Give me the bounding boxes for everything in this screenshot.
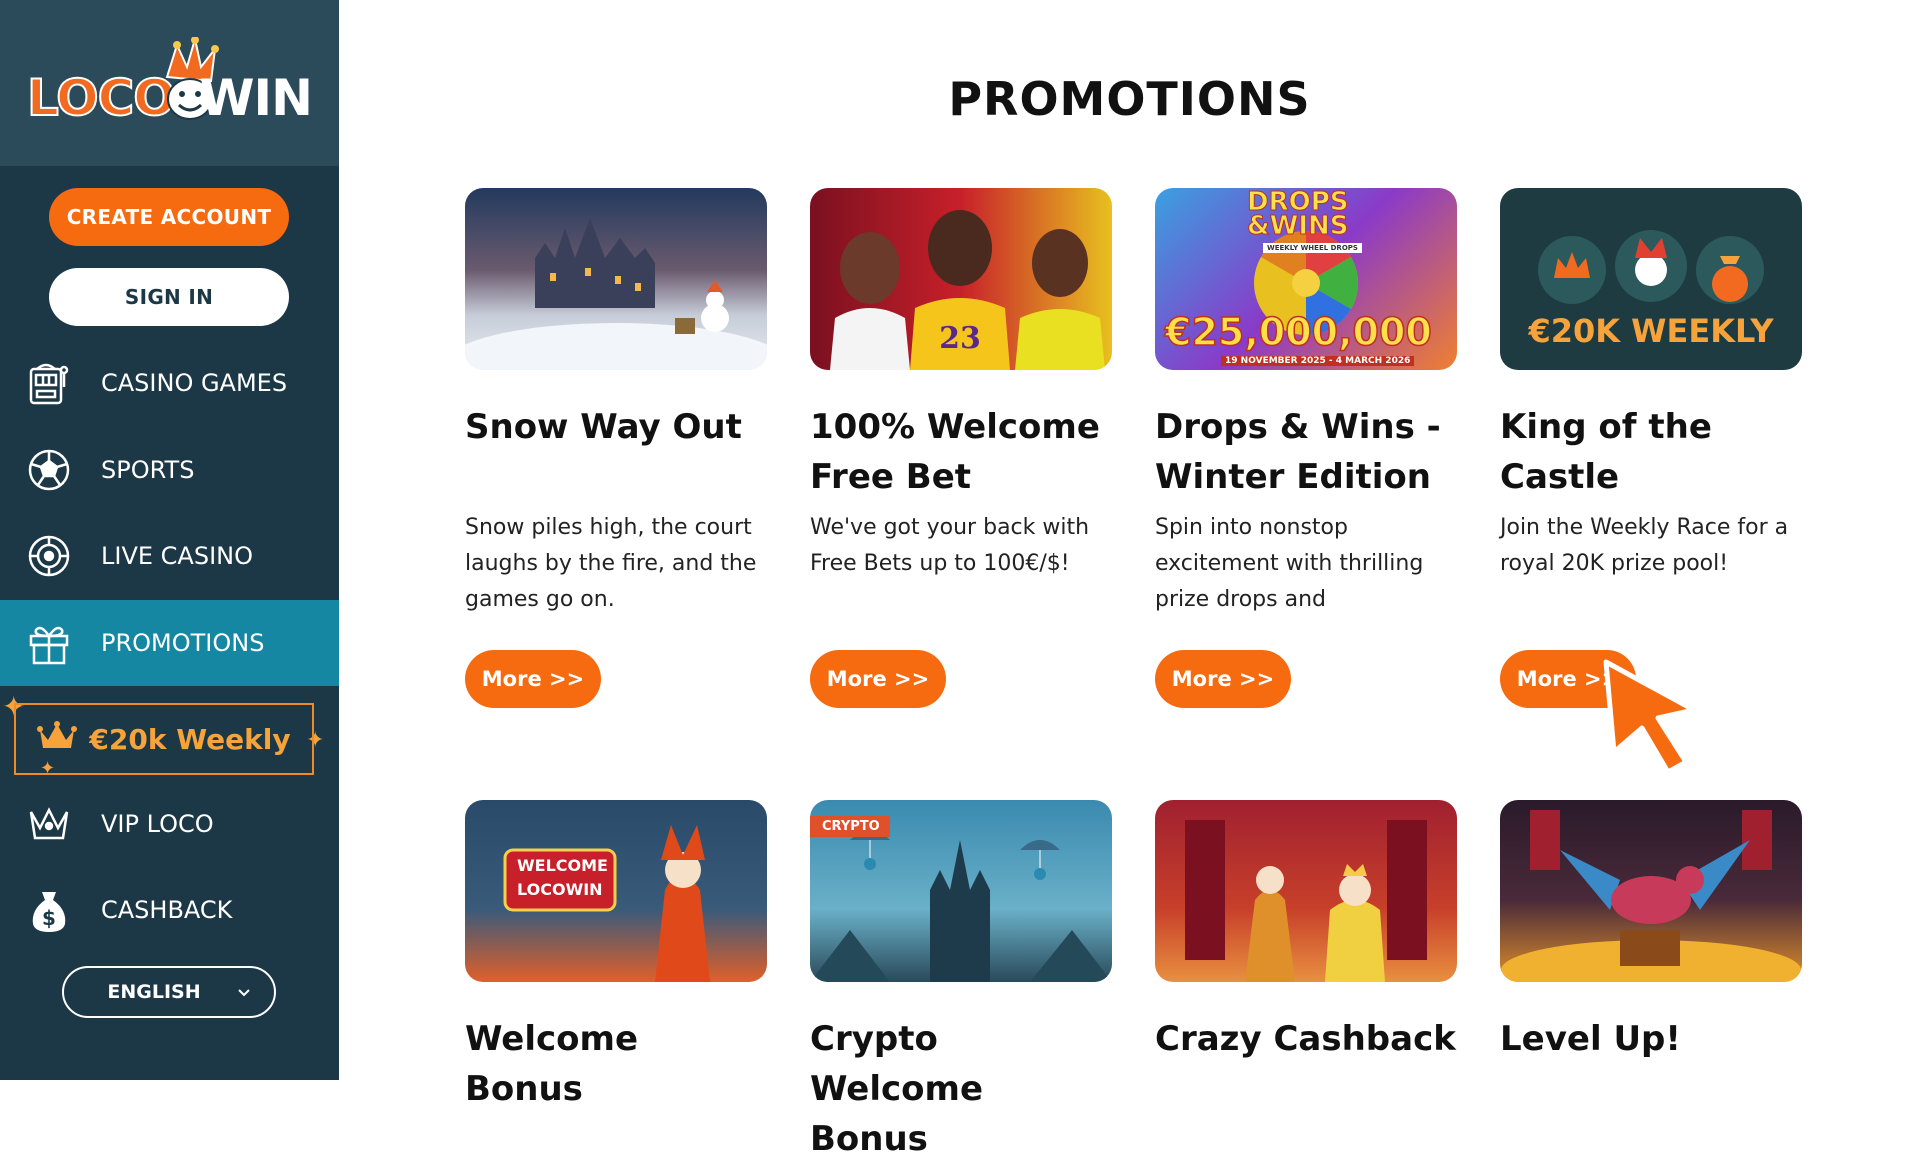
sidebar-item-promotions[interactable]: PROMOTIONS [0,600,339,686]
sidebar-item-cashback[interactable]: $ CASHBACK [0,867,339,953]
logo-area: LOCO WIN [0,0,339,166]
sidebar-item-label: PROMOTIONS [101,629,265,657]
promo-description: Spin into nonstop excitement with thrill… [1155,515,1424,612]
gift-icon [25,619,73,667]
mouse-cursor-icon [1603,659,1697,775]
promo-card-welcome-free-bet: 23 100% Welcome Free Bet We've got your … [810,188,1112,708]
promo-image[interactable]: CRYPTO [810,800,1112,982]
crypto-tag: CRYPTO [810,816,890,837]
promo-title: Snow Way Out [465,407,742,447]
banner-subtext: WEEKLY WHEEL DROPS [1263,243,1362,253]
royal-court-illustration [1185,820,1427,982]
promo-image[interactable] [1155,800,1457,982]
jester-welcome-illustration [503,825,710,982]
dragon-treasure-illustration [1501,810,1801,982]
more-button[interactable]: More >> [1155,650,1291,708]
promo-card-king-of-the-castle: €20K WEEKLY King of the Castle Join the … [1500,188,1802,708]
sidebar-item-label: CASHBACK [101,896,233,924]
promo-card-snow-way-out: Snow Way Out Snow piles high, the court … [465,188,767,708]
logo-text-left: LOCO [26,69,177,127]
sidebar-item-live-casino[interactable]: LIVE CASINO [0,513,339,599]
banner-sign: LOCOWIN [517,880,603,899]
promo-title: Drops & Wins - Winter Edition [1155,407,1441,497]
sidebar-item-vip-loco[interactable]: VIP LOCO [0,781,339,867]
banner-text: €20K WEEKLY [1528,312,1774,350]
promo-card-level-up: Level Up! [1500,800,1802,1064]
banner-amount: €25,000,000 [1164,309,1432,355]
logo-text-right: WIN [199,69,313,127]
sidebar-item-label: LIVE CASINO [101,542,253,570]
create-account-button[interactable]: CREATE ACCOUNT [49,188,289,246]
weekly-race-badge[interactable]: €20k Weekly [14,703,314,775]
castle-illustration [465,218,767,370]
promo-title: Level Up! [1500,1019,1681,1059]
promo-card-crazy-cashback: Crazy Cashback [1155,800,1457,1064]
promo-image[interactable]: €20K WEEKLY [1500,188,1802,370]
crown-icon [25,800,73,848]
soccer-ball-icon [25,446,73,494]
promo-card-crypto-welcome-bonus: CRYPTO Crypto Welcome Bonus [810,800,1112,1164]
promo-title: King of the Castle [1500,407,1712,497]
sidebar-item-label: VIP LOCO [101,810,214,838]
sidebar-item-label: SPORTS [101,456,195,484]
promo-title: 100% Welcome Free Bet [810,407,1100,497]
sidebar: LOCO WIN CREATE ACCOUNT SIGN IN CASINO G… [0,0,339,1080]
slot-machine-icon [25,359,73,407]
more-button[interactable]: More >> [810,650,946,708]
promo-card-drops-wins: DROPS &WINS WEEKLY WHEEL DROPS €25,000,00… [1155,188,1457,708]
banner-text: DROPS &WINS [1247,188,1350,241]
promo-card-welcome-bonus: WELCOME LOCOWIN Welcome Bonus [465,800,767,1114]
sidebar-item-sports[interactable]: SPORTS [0,427,339,513]
promo-description: Join the Weekly Race for a royal 20K pri… [1500,515,1789,576]
sidebar-item-casino-games[interactable]: CASINO GAMES [0,340,339,426]
page-title: PROMOTIONS [948,72,1311,126]
promo-title: Crazy Cashback [1155,1019,1456,1059]
banner-sign: WELCOME [517,856,608,875]
promo-image[interactable]: 23 [810,188,1112,370]
more-button[interactable]: More >> [465,650,601,708]
promo-image[interactable]: DROPS &WINS WEEKLY WHEEL DROPS €25,000,00… [1155,188,1457,370]
svg-text:23: 23 [939,321,981,356]
promo-image[interactable] [1500,800,1802,982]
locowin-logo[interactable]: LOCO WIN [26,33,313,133]
banner-dates: 19 NOVEMBER 2025 - 4 MARCH 2026 [1221,356,1415,366]
language-label: ENGLISH [107,981,201,1003]
sidebar-item-label: CASINO GAMES [101,369,288,397]
money-bag-icon: $ [25,886,73,934]
crown-icon [37,720,78,759]
promo-description: We've got your back with Free Bets up to… [810,515,1090,576]
language-selector[interactable]: ENGLISH [62,966,276,1018]
promo-description: Snow piles high, the court laughs by the… [465,515,757,612]
athletes-illustration: 23 [830,210,1105,370]
sign-in-button[interactable]: SIGN IN [49,268,289,326]
chevron-down-icon [237,981,251,1003]
promo-title: Welcome Bonus [465,1019,639,1109]
promo-title: Crypto Welcome Bonus [810,1019,984,1159]
promo-image[interactable] [465,188,767,370]
svg-text:$: $ [42,906,56,930]
weekly-badge-label: €20k Weekly [89,722,291,756]
promo-image[interactable]: WELCOME LOCOWIN [465,800,767,982]
roulette-icon [25,532,73,580]
